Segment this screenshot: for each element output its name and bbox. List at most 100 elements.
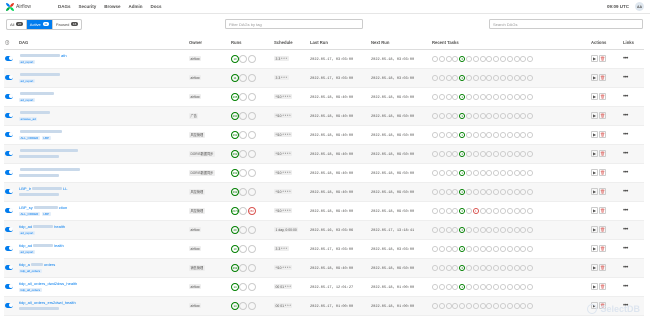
dag-tag[interactable]: ad_report xyxy=(19,98,35,102)
task-state-circle[interactable] xyxy=(452,207,459,214)
task-state-circle[interactable] xyxy=(486,226,493,233)
task-success-circle[interactable]: 1 xyxy=(459,169,466,176)
trigger-dag-icon[interactable]: ▶ xyxy=(591,55,598,62)
task-state-circle[interactable] xyxy=(493,150,500,157)
owner-badge[interactable]: airflow xyxy=(189,56,202,62)
trigger-dag-icon[interactable]: ▶ xyxy=(591,245,598,252)
task-state-circle[interactable] xyxy=(499,131,506,138)
trigger-dag-icon[interactable]: ▶ xyxy=(591,131,598,138)
task-state-circle[interactable] xyxy=(432,188,438,195)
task-success-circle[interactable]: 1 xyxy=(459,188,466,195)
task-state-circle[interactable] xyxy=(527,207,534,214)
run-failed-circle[interactable] xyxy=(247,92,256,101)
run-failed-circle[interactable] xyxy=(247,187,256,196)
run-failed-circle[interactable] xyxy=(247,225,256,234)
task-state-circle[interactable] xyxy=(438,150,445,157)
task-state-circle[interactable] xyxy=(527,55,534,62)
task-state-circle[interactable] xyxy=(513,131,520,138)
run-success-circle[interactable]: 260 xyxy=(231,111,239,120)
nav-security[interactable]: Security xyxy=(79,4,97,9)
last-run-link[interactable]: 2022-05-17, 03:03:00 xyxy=(310,58,353,62)
delete-dag-icon[interactable]: 🗑 xyxy=(599,112,606,119)
filter-paused[interactable]: Paused 16 xyxy=(53,20,81,29)
delete-dag-icon[interactable]: 🗑 xyxy=(599,150,606,157)
task-state-circle[interactable] xyxy=(465,74,472,81)
dag-name-link[interactable]: tidp_all_orders_ers2dwd_health xyxy=(19,300,188,306)
run-running-circle[interactable] xyxy=(239,54,248,63)
task-state-circle[interactable] xyxy=(520,169,527,176)
task-state-circle[interactable] xyxy=(493,207,500,214)
task-state-circle[interactable] xyxy=(506,264,513,271)
owner-badge[interactable]: 风控管理 xyxy=(189,188,205,195)
run-success-circle[interactable]: 20 xyxy=(231,225,239,234)
task-state-circle[interactable] xyxy=(527,245,534,252)
dag-tag[interactable]: LBP xyxy=(41,136,51,140)
run-running-circle[interactable] xyxy=(239,263,248,272)
task-state-circle[interactable] xyxy=(472,264,479,271)
trigger-dag-icon[interactable]: ▶ xyxy=(591,188,598,195)
task-state-circle[interactable] xyxy=(499,112,506,119)
pause-toggle[interactable] xyxy=(5,264,13,270)
pause-toggle[interactable] xyxy=(5,283,13,289)
run-failed-circle[interactable] xyxy=(247,111,256,120)
task-state-circle[interactable] xyxy=(438,302,445,309)
task-state-circle[interactable] xyxy=(479,226,486,233)
more-links-icon[interactable]: ••• xyxy=(623,246,628,252)
task-state-circle[interactable] xyxy=(520,150,527,157)
task-state-circle[interactable] xyxy=(493,264,500,271)
task-state-circle[interactable] xyxy=(506,55,513,62)
task-state-circle[interactable] xyxy=(486,93,493,100)
task-state-circle[interactable] xyxy=(520,283,527,290)
more-links-icon[interactable]: ••• xyxy=(623,227,628,233)
task-state-circle[interactable] xyxy=(527,302,534,309)
task-state-circle[interactable] xyxy=(472,245,479,252)
task-state-circle[interactable] xyxy=(479,112,486,119)
task-state-circle[interactable] xyxy=(465,150,472,157)
task-state-circle[interactable] xyxy=(472,169,479,176)
task-state-circle[interactable] xyxy=(527,169,534,176)
task-state-circle[interactable] xyxy=(493,302,500,309)
dag-tag[interactable]: tidp_all_orders xyxy=(19,269,42,273)
task-state-circle[interactable] xyxy=(520,302,527,309)
delete-dag-icon[interactable]: 🗑 xyxy=(599,226,606,233)
dag-name-link[interactable] xyxy=(19,91,188,97)
trigger-dag-icon[interactable]: ▶ xyxy=(591,150,598,157)
task-state-circle[interactable] xyxy=(445,169,452,176)
avatar[interactable]: AA xyxy=(635,2,644,11)
task-state-circle[interactable] xyxy=(438,188,445,195)
task-state-circle[interactable] xyxy=(465,302,472,309)
task-state-circle[interactable] xyxy=(452,226,459,233)
run-failed-circle[interactable] xyxy=(247,149,256,158)
task-state-circle[interactable] xyxy=(513,93,520,100)
delete-dag-icon[interactable]: 🗑 xyxy=(599,264,606,271)
task-state-circle[interactable] xyxy=(452,302,459,309)
pause-toggle[interactable] xyxy=(5,112,13,118)
task-success-circle[interactable]: 1 xyxy=(459,131,466,138)
dag-tag[interactable]: airwave_ad xyxy=(19,117,38,121)
delete-dag-icon[interactable]: 🗑 xyxy=(599,245,606,252)
task-state-circle[interactable] xyxy=(513,302,520,309)
task-state-circle[interactable] xyxy=(527,264,534,271)
task-state-circle[interactable] xyxy=(513,226,520,233)
run-running-circle[interactable] xyxy=(239,187,248,196)
task-state-circle[interactable] xyxy=(479,283,486,290)
dag-tag[interactable]: ad_report xyxy=(19,79,35,83)
task-state-circle[interactable] xyxy=(506,188,513,195)
run-running-circle[interactable] xyxy=(239,225,248,234)
task-state-circle[interactable] xyxy=(472,112,479,119)
task-state-circle[interactable] xyxy=(513,283,520,290)
run-failed-circle[interactable] xyxy=(247,54,256,63)
task-state-circle[interactable] xyxy=(513,169,520,176)
task-state-circle[interactable] xyxy=(527,283,534,290)
task-state-circle[interactable] xyxy=(432,226,438,233)
run-success-circle[interactable]: 262 xyxy=(231,130,239,139)
task-state-circle[interactable] xyxy=(445,207,452,214)
last-run-link[interactable]: 2022-05-18, 09:40:00 xyxy=(310,134,353,138)
run-success-circle[interactable]: 265 xyxy=(231,92,239,101)
dag-name-link[interactable]: ath xyxy=(19,53,188,59)
task-state-circle[interactable] xyxy=(465,188,472,195)
more-links-icon[interactable]: ••• xyxy=(623,265,628,271)
dag-tag[interactable]: ALL_ORDER xyxy=(19,136,40,140)
task-state-circle[interactable] xyxy=(486,245,493,252)
task-state-circle[interactable] xyxy=(438,207,445,214)
